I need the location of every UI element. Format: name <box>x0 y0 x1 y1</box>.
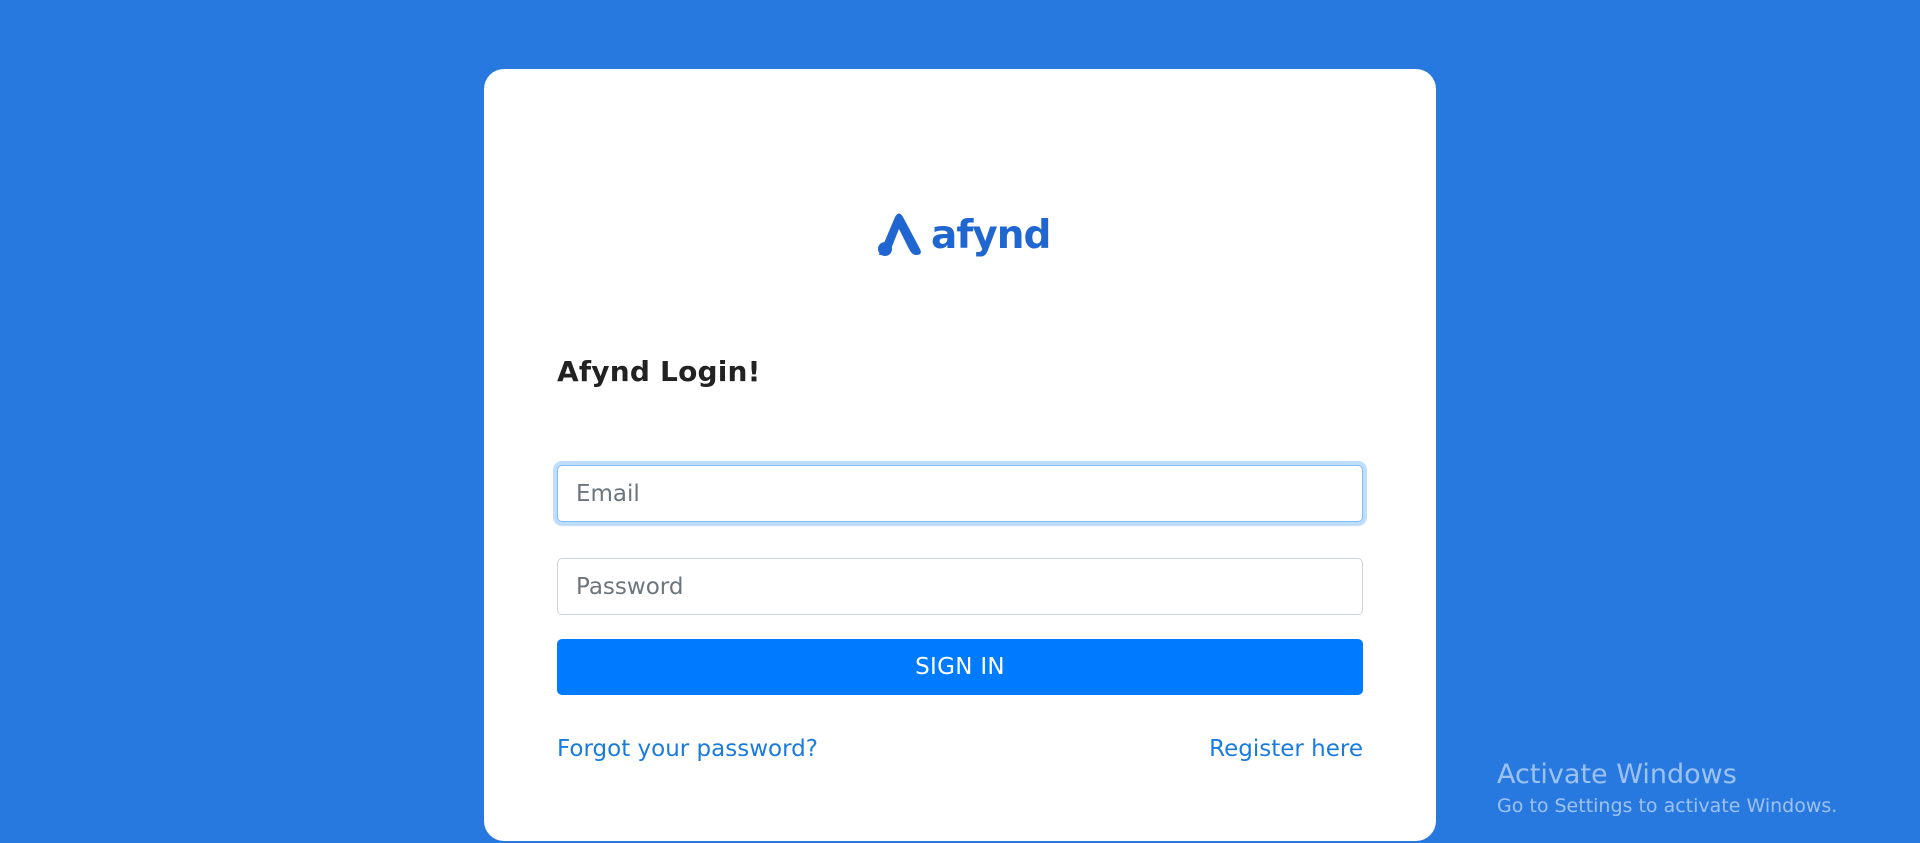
watermark-subtitle: Go to Settings to activate Windows. <box>1497 795 1838 818</box>
brand-logo: afynd <box>876 207 1051 258</box>
register-link[interactable]: Register here <box>1209 736 1363 762</box>
forgot-password-link[interactable]: Forgot your password? <box>557 736 818 762</box>
afynd-logo-icon <box>878 213 921 256</box>
sign-in-button[interactable]: SIGN IN <box>557 639 1363 695</box>
login-card: afynd Afynd Login! SIGN IN Forgot your p… <box>484 69 1436 841</box>
brand-name: afynd <box>931 213 1051 258</box>
activate-windows-watermark: Activate Windows Go to Settings to activ… <box>1497 759 1837 817</box>
email-field[interactable] <box>557 465 1363 522</box>
password-field[interactable] <box>557 558 1363 615</box>
page-title: Afynd Login! <box>557 355 761 388</box>
watermark-title: Activate Windows <box>1497 759 1737 790</box>
